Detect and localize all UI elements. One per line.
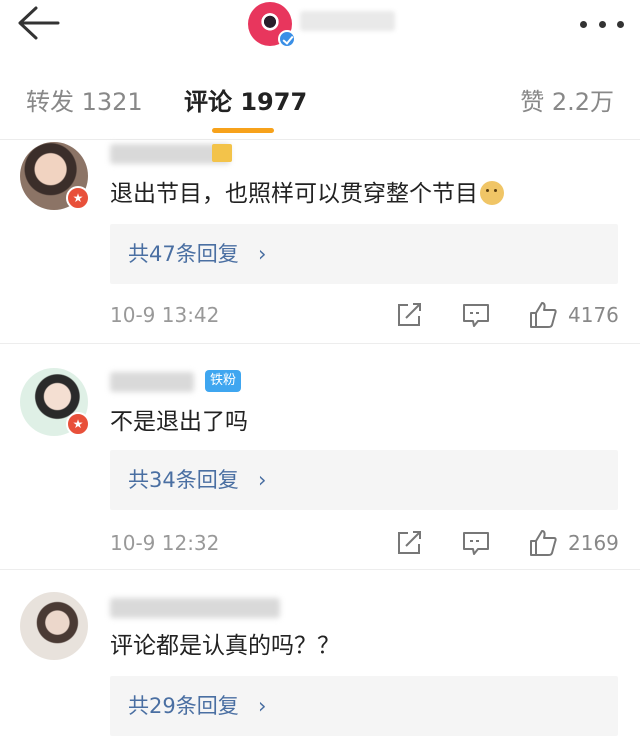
comment-button[interactable] xyxy=(461,528,491,558)
share-button[interactable] xyxy=(394,300,424,330)
replies-count: 共29条回复 xyxy=(128,694,239,718)
tab-comment[interactable]: 评论 1977 xyxy=(184,87,307,117)
username-blurred[interactable] xyxy=(110,598,280,618)
back-button[interactable] xyxy=(14,4,64,44)
fan-badge: 铁粉 xyxy=(205,370,242,392)
chevron-right-icon: › xyxy=(258,694,267,718)
comment-item: ★ 铁粉 不是退出了吗 共34条回复 › 10-9 12:32 2169 xyxy=(0,344,640,570)
username-blurred[interactable] xyxy=(110,372,194,392)
comment-text: 退出节目，也照样可以贯穿整个节目 xyxy=(110,178,504,210)
thumbs-up-icon xyxy=(530,530,557,556)
tab-repost[interactable]: 转发 1321 xyxy=(26,87,143,117)
comment-text: 不是退出了吗 xyxy=(110,409,248,435)
top-bar xyxy=(0,0,640,62)
chevron-right-icon: › xyxy=(258,242,267,266)
comment-icon xyxy=(463,532,489,555)
replies-count: 共34条回复 xyxy=(128,468,239,492)
tab-like[interactable]: 赞 2.2万 xyxy=(520,87,614,117)
vip-badge-icon xyxy=(212,144,232,162)
doge-emoji-icon xyxy=(480,181,504,205)
member-badge-icon: ★ xyxy=(66,412,90,436)
comment-icon xyxy=(463,304,489,327)
replies-count: 共47条回复 xyxy=(128,242,239,266)
share-button[interactable] xyxy=(394,528,424,558)
like-button[interactable] xyxy=(528,528,558,558)
comment-time: 10-9 12:32 xyxy=(110,531,220,555)
like-count: 2169 xyxy=(568,531,619,555)
comment-button[interactable] xyxy=(461,300,491,330)
chevron-right-icon: › xyxy=(258,468,267,492)
like-button[interactable] xyxy=(528,300,558,330)
tab-bar: 转发 1321 评论 1977 赞 2.2万 xyxy=(0,62,640,140)
more-dots-icon xyxy=(580,20,587,28)
comment-item: ★ 退出节目，也照样可以贯穿整个节目 共47条回复 › 10-9 13:42 4… xyxy=(0,140,640,344)
view-replies-button[interactable]: 共47条回复 › xyxy=(110,224,618,284)
view-replies-button[interactable]: 共34条回复 › xyxy=(110,450,618,510)
avatar[interactable] xyxy=(20,592,88,660)
member-badge-icon: ★ xyxy=(66,186,90,210)
comment-text: 评论都是认真的吗？？ xyxy=(110,633,340,659)
active-tab-indicator xyxy=(212,128,274,133)
account-avatar[interactable] xyxy=(248,2,296,48)
verified-icon xyxy=(278,30,296,48)
comment-time: 10-9 13:42 xyxy=(110,303,220,327)
like-count: 4176 xyxy=(568,303,619,327)
account-name-blurred[interactable] xyxy=(300,11,395,31)
more-button[interactable] xyxy=(580,16,624,32)
view-replies-button[interactable]: 共29条回复 › xyxy=(110,676,618,736)
share-icon xyxy=(398,303,421,326)
share-icon xyxy=(398,531,421,554)
comment-item: 评论都是认真的吗？？ 共29条回复 › xyxy=(0,570,640,746)
arrow-left-icon xyxy=(18,6,60,40)
thumbs-up-icon xyxy=(530,302,557,328)
